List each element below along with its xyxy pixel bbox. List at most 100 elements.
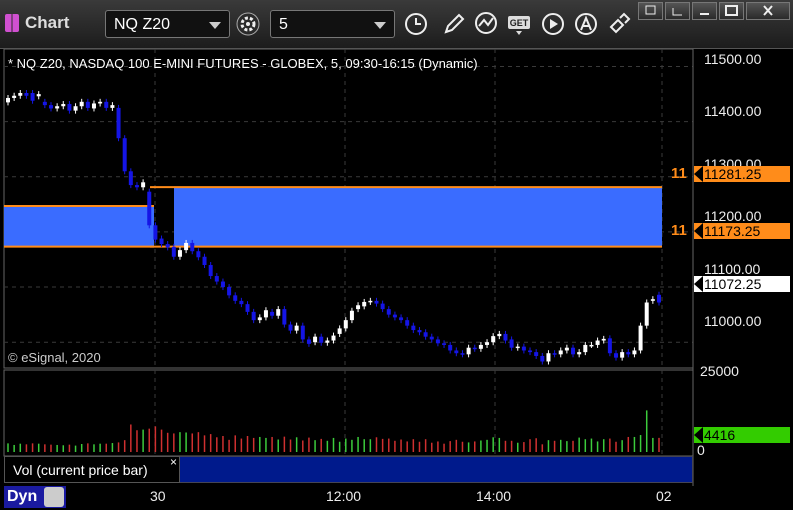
candle-body (300, 325, 305, 340)
candle-body (153, 225, 158, 240)
candle-body (159, 238, 164, 245)
candle-body (362, 301, 367, 307)
candle-body (540, 355, 545, 362)
candle-body (368, 300, 373, 303)
candle-body (227, 287, 232, 296)
candle-body (564, 347, 569, 351)
upper-price-tag[interactable]: 11281.25 (694, 166, 790, 182)
maximize-button[interactable] (719, 2, 744, 20)
candle-body (343, 320, 348, 329)
clock-button[interactable] (402, 10, 430, 38)
candle-body (589, 344, 594, 347)
interval-select[interactable]: 5 (270, 10, 395, 38)
minimize-button[interactable] (665, 2, 690, 20)
candle-body (202, 256, 207, 266)
chevron-down-icon[interactable] (209, 22, 221, 29)
candle-body (558, 350, 563, 355)
candle-body (91, 103, 96, 109)
candle-body (196, 251, 201, 258)
zone-right (174, 187, 662, 247)
candle-body (552, 353, 557, 355)
candle-body (448, 344, 453, 351)
candle-body (79, 101, 84, 107)
volume-study-label[interactable]: Vol (current price bar) (4, 456, 180, 483)
restore-down-button[interactable] (638, 2, 663, 20)
candle-body (546, 353, 551, 362)
candle-body (104, 101, 109, 108)
candle-body (497, 333, 502, 337)
current-volume-tag: 4416 (694, 427, 790, 443)
candle-body (644, 302, 649, 326)
symbol-select[interactable]: NQ Z20 (105, 10, 230, 38)
candle-body (165, 244, 170, 248)
candle-body (220, 281, 225, 288)
candle-body (515, 346, 520, 349)
candle-body (657, 294, 661, 303)
candle-body (30, 93, 35, 101)
candle-body (184, 242, 189, 251)
zone-left (4, 206, 154, 247)
candle-body (534, 352, 539, 356)
candle-body (356, 305, 361, 310)
get-icon: GET (508, 16, 530, 35)
time-tick-label: 14:00 (476, 488, 512, 504)
time-tick-label: 30 (150, 488, 166, 504)
candle-body (214, 276, 219, 282)
close-study-icon[interactable]: × (170, 455, 177, 469)
candle-body (313, 336, 318, 343)
replay-button[interactable] (539, 10, 567, 38)
candle-body (18, 93, 23, 96)
price-tick-label: 11100.00 (704, 261, 761, 277)
alerts-button[interactable] (572, 10, 600, 38)
candle-body (177, 250, 182, 257)
candle-body (110, 105, 115, 108)
candle-body (626, 352, 631, 355)
pencil-icon (444, 13, 465, 34)
candle-body (374, 300, 379, 304)
candle-body (233, 295, 238, 301)
volume-panel[interactable] (3, 369, 694, 457)
link-button[interactable] (605, 10, 633, 38)
candle-body (337, 328, 342, 334)
lock-icon[interactable] (44, 487, 64, 507)
interval-value: 5 (279, 16, 288, 33)
studies-button[interactable] (473, 10, 501, 38)
lower-price-tag[interactable]: 11173.25 (694, 223, 790, 239)
minimize-icon (672, 8, 682, 16)
candle-body (405, 320, 410, 326)
candle-body (632, 350, 637, 355)
chart-canvas[interactable] (0, 0, 793, 510)
candle-body (98, 101, 103, 104)
candle-body (386, 309, 391, 315)
candle-body (294, 325, 299, 331)
get-button[interactable]: GET (506, 10, 534, 38)
candle-body (190, 242, 195, 252)
copyright: © eSignal, 2020 (8, 350, 101, 365)
candle-body (650, 299, 655, 301)
link-icon (609, 12, 631, 34)
candle-body (331, 335, 336, 341)
chevron-down-icon[interactable] (374, 22, 386, 29)
candle-body (595, 340, 600, 345)
candle-body (48, 105, 53, 109)
min-button[interactable] (692, 2, 717, 20)
price-tick-label: 11500.00 (704, 51, 762, 67)
clock-icon (405, 13, 427, 35)
candle-body (319, 336, 324, 343)
maximize-icon (725, 5, 738, 16)
close-button[interactable] (746, 2, 790, 20)
candle-body (147, 191, 152, 226)
candle-body (306, 339, 311, 344)
settings-button[interactable] (234, 10, 262, 38)
candle-body (521, 346, 526, 351)
candle-body (6, 97, 10, 103)
candle-body (607, 338, 612, 354)
candle-body (454, 350, 459, 354)
draw-button[interactable] (440, 10, 468, 38)
candle-body (491, 336, 496, 343)
candle-body (270, 311, 275, 316)
candle-body (276, 309, 281, 316)
time-tick-label: 02 (656, 488, 672, 504)
candle-body (392, 314, 397, 318)
candle-body (503, 333, 508, 341)
